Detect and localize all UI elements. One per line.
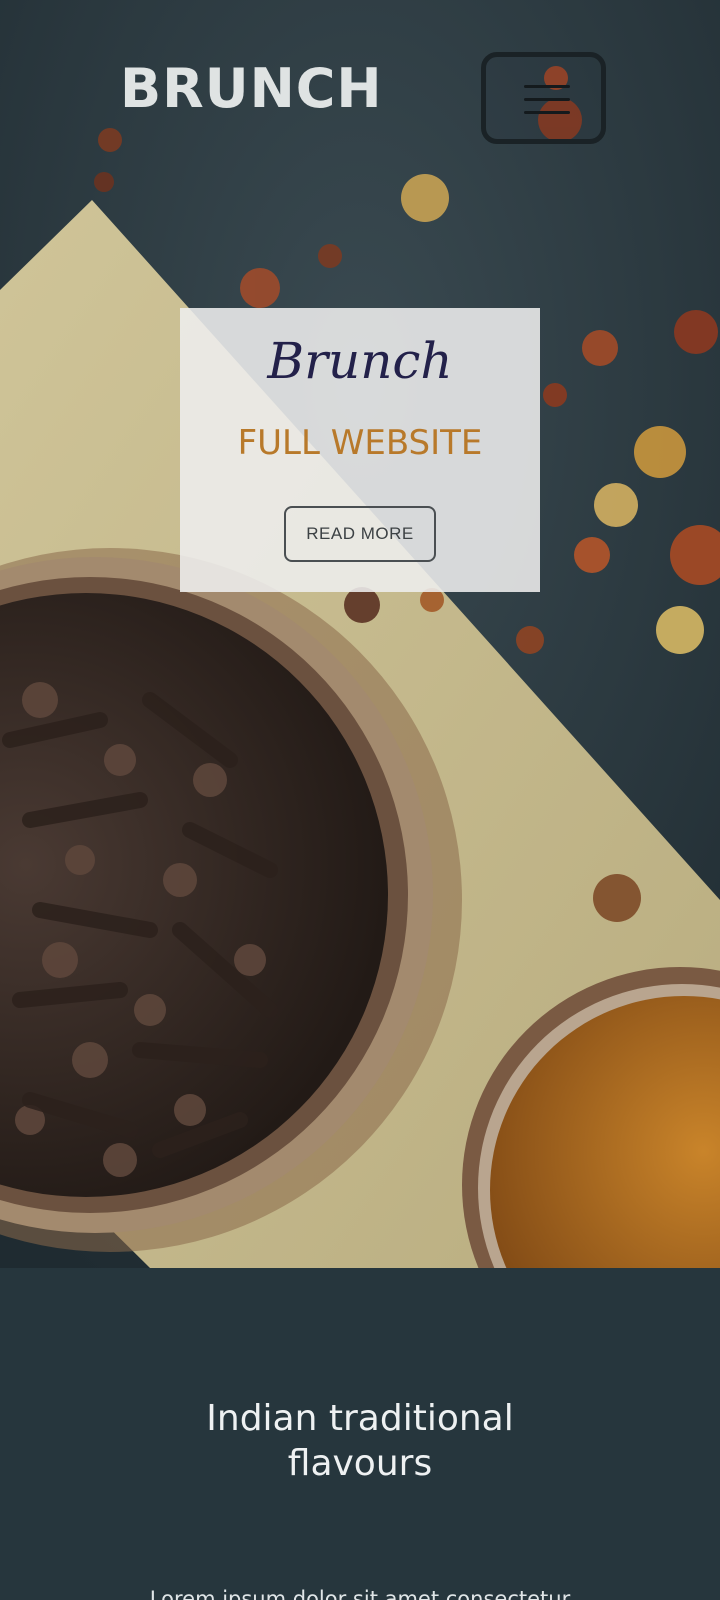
section-heading: Indian traditional flavours [120, 1396, 600, 1486]
brand-logo[interactable]: BRUNCH [120, 62, 383, 116]
menu-button[interactable] [481, 52, 606, 144]
hero-title: FULL WEBSITE [237, 423, 483, 463]
hero-card: Brunch FULL WEBSITE READ MORE [180, 308, 540, 592]
hero-background-image [0, 0, 720, 1268]
hero-script-title: Brunch [267, 332, 453, 390]
page: BRUNCH Brunch FULL WEBSITE READ MORE Ind… [0, 0, 720, 1600]
section-body-text: Lorem ipsum dolor sit amet consectetur [149, 1587, 571, 1600]
section-heading-line2: flavours [287, 1443, 433, 1484]
hamburger-menu-icon [524, 85, 570, 115]
hero-section: BRUNCH Brunch FULL WEBSITE READ MORE [0, 0, 720, 1268]
section-heading-line1: Indian traditional [206, 1398, 514, 1439]
flavours-section: Indian traditional flavours Lorem ipsum … [0, 1268, 720, 1600]
read-more-button[interactable]: READ MORE [284, 506, 436, 562]
